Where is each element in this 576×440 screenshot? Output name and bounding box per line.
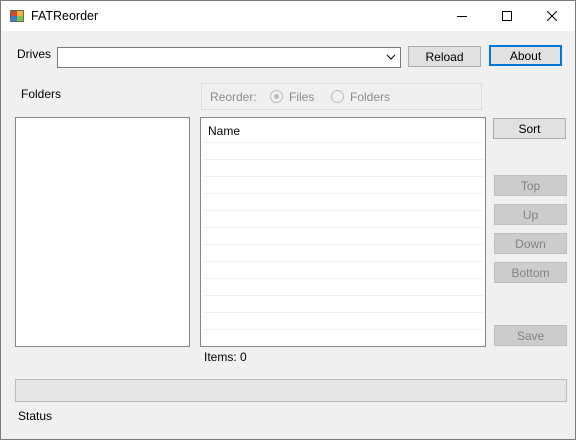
app-window: FATReorder Drives Reload About Folders R…: [0, 0, 576, 440]
reorder-files-label: Files: [289, 90, 315, 104]
close-button[interactable]: [529, 1, 575, 31]
column-header-name[interactable]: Name: [208, 124, 240, 138]
down-button[interactable]: Down: [494, 233, 567, 254]
close-icon: [547, 11, 557, 21]
minimize-icon: [457, 16, 467, 17]
items-count: Items: 0: [204, 350, 247, 364]
list-gridline: [203, 329, 483, 330]
list-gridline: [203, 142, 483, 143]
reorder-files-radio[interactable]: [270, 90, 283, 103]
list-gridline: [203, 159, 483, 160]
folders-tree[interactable]: [15, 117, 190, 347]
bottom-button[interactable]: Bottom: [494, 262, 567, 283]
maximize-button[interactable]: [484, 1, 530, 31]
top-button[interactable]: Top: [494, 175, 567, 196]
reorder-group: Reorder: Files Folders: [201, 83, 482, 110]
window-title: FATReorder: [31, 9, 99, 23]
list-gridline: [203, 176, 483, 177]
files-list[interactable]: Name: [200, 117, 486, 347]
list-gridline: [203, 295, 483, 296]
reorder-folders-label: Folders: [350, 90, 391, 104]
folders-label: Folders: [21, 87, 62, 101]
list-gridline: [203, 193, 483, 194]
reload-button[interactable]: Reload: [408, 46, 481, 67]
minimize-button[interactable]: [439, 1, 485, 31]
app-icon: [10, 9, 24, 23]
progress-bar: [15, 379, 567, 402]
status-text: Status: [18, 409, 53, 423]
save-button[interactable]: Save: [494, 325, 567, 346]
up-button[interactable]: Up: [494, 204, 567, 225]
sort-button[interactable]: Sort: [493, 118, 566, 139]
reorder-folders-radio[interactable]: [331, 90, 344, 103]
list-gridline: [203, 244, 483, 245]
about-button[interactable]: About: [489, 45, 562, 66]
maximize-icon: [502, 11, 512, 21]
list-gridline: [203, 261, 483, 262]
drives-label: Drives: [17, 47, 52, 61]
list-gridline: [203, 210, 483, 211]
list-gridline: [203, 278, 483, 279]
drives-dropdown[interactable]: [57, 47, 401, 68]
list-gridline: [203, 227, 483, 228]
reorder-label: Reorder:: [210, 90, 257, 104]
list-gridline: [203, 312, 483, 313]
title-bar[interactable]: FATReorder: [1, 1, 575, 31]
chevron-down-icon: [386, 54, 396, 60]
